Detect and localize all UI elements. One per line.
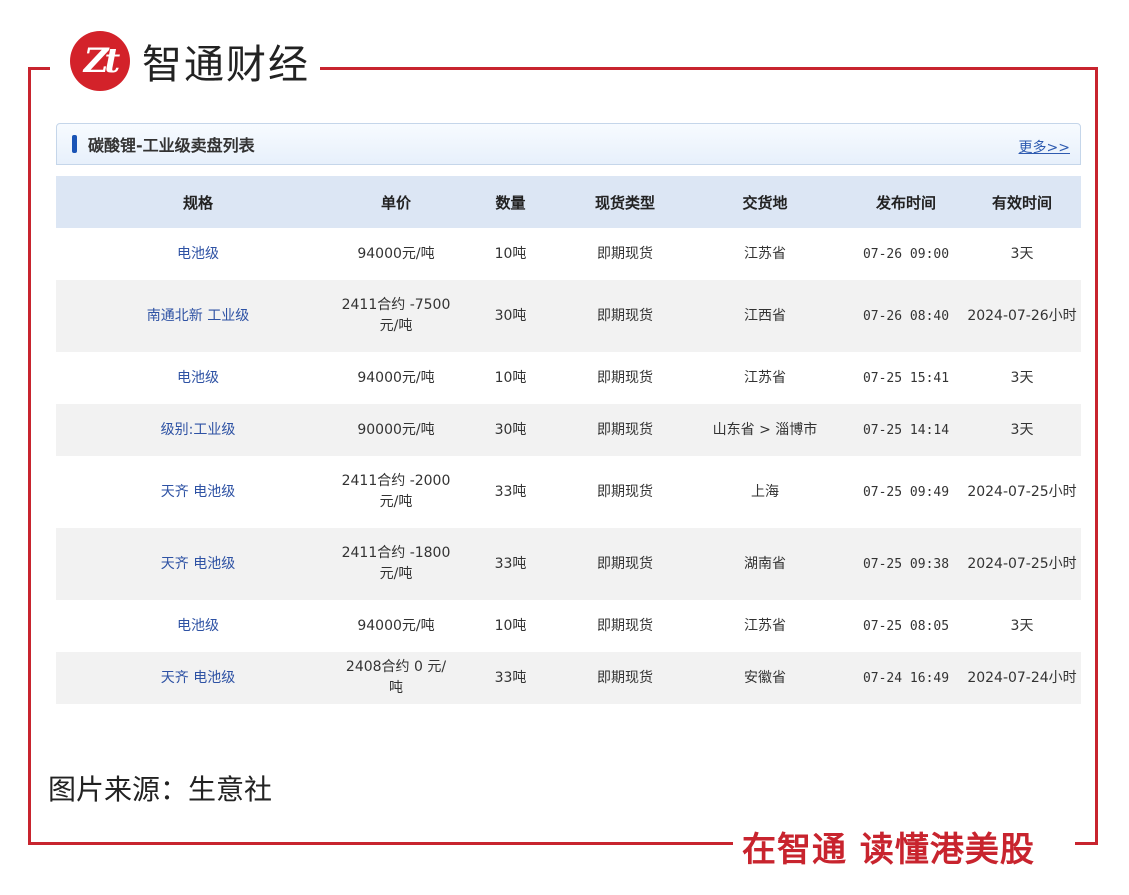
sell-list-panel: 碳酸锂-工业级卖盘列表 更多>> 规格 单价 数量 现货类型 交货地 发布时间 …	[56, 123, 1081, 704]
image-source-caption: 图片来源：生意社	[48, 773, 273, 806]
qty-cell: 33吨	[494, 483, 527, 500]
panel-header: 碳酸锂-工业级卖盘列表 更多>>	[56, 123, 1081, 165]
qty-cell: 10吨	[494, 245, 527, 262]
price-cell: 2411合约 -7500元/吨	[341, 297, 451, 334]
published-cell: 07-25 15:41	[862, 370, 950, 386]
frame-border	[28, 67, 31, 845]
valid-cell: 3天	[1010, 245, 1034, 262]
frame-border	[28, 67, 50, 70]
price-cell: 94000元/吨	[357, 245, 435, 262]
location-cell: 湖南省	[744, 555, 786, 572]
type-cell: 即期现货	[597, 369, 653, 386]
location-cell: 江苏省	[744, 245, 786, 262]
valid-cell: 3天	[1010, 617, 1034, 634]
spec-link[interactable]: 天齐 电池级	[161, 670, 235, 686]
qty-cell: 33吨	[494, 555, 527, 572]
spec-link[interactable]: 级别:工业级	[161, 422, 236, 438]
qty-cell: 30吨	[494, 421, 527, 438]
brand-slogan: 在智通 读懂港美股	[738, 822, 1039, 871]
header-marker-icon	[72, 135, 77, 153]
more-link[interactable]: 更多>>	[1019, 137, 1070, 157]
valid-cell: 2024-07-26小时	[967, 307, 1077, 324]
table-row: 天齐 电池级 2411合约 -1800元/吨 33吨 即期现货 湖南省 07-2…	[56, 528, 1081, 600]
qty-cell: 10吨	[494, 369, 527, 386]
price-cell: 2411合约 -1800元/吨	[341, 545, 451, 582]
location-cell: 上海	[751, 483, 779, 500]
table-row: 天齐 电池级 2411合约 -2000元/吨 33吨 即期现货 上海 07-25…	[56, 456, 1081, 528]
spec-link[interactable]: 电池级	[177, 618, 219, 634]
type-cell: 即期现货	[597, 669, 653, 686]
published-cell: 07-26 09:00	[862, 246, 950, 262]
valid-cell: 2024-07-25小时	[967, 555, 1077, 572]
table-row: 南通北新 工业级 2411合约 -7500元/吨 30吨 即期现货 江西省 07…	[56, 280, 1081, 352]
column-header: 有效时间	[991, 193, 1052, 212]
brand-name: 智通财经	[142, 42, 310, 88]
spec-link[interactable]: 电池级	[177, 370, 219, 386]
published-cell: 07-26 08:40	[862, 308, 950, 324]
valid-cell: 3天	[1010, 369, 1034, 386]
frame-border	[1075, 842, 1098, 845]
column-header: 单价	[380, 193, 411, 212]
spec-link[interactable]: 天齐 电池级	[161, 484, 235, 500]
panel-title: 碳酸锂-工业级卖盘列表	[88, 136, 255, 155]
type-cell: 即期现货	[597, 617, 653, 634]
valid-cell: 2024-07-24小时	[967, 669, 1077, 686]
location-cell: 江苏省	[744, 369, 786, 386]
spec-link[interactable]: 南通北新 工业级	[147, 308, 249, 324]
type-cell: 即期现货	[597, 245, 653, 262]
price-cell: 94000元/吨	[357, 369, 435, 386]
table-row: 电池级 94000元/吨 10吨 即期现货 江苏省 07-25 15:41 3天	[56, 352, 1081, 404]
type-cell: 即期现货	[597, 483, 653, 500]
location-cell: 江西省	[744, 307, 786, 324]
column-header: 交货地	[742, 193, 788, 212]
column-header: 现货类型	[594, 193, 655, 212]
valid-cell: 2024-07-25小时	[967, 483, 1077, 500]
qty-cell: 33吨	[494, 669, 527, 686]
frame-border	[296, 67, 1098, 70]
price-cell: 94000元/吨	[357, 617, 435, 634]
column-header: 数量	[495, 193, 526, 212]
qty-cell: 10吨	[494, 617, 527, 634]
brand-logo: Zt 智通财经	[62, 20, 320, 102]
location-cell: 山东省 > 淄博市	[712, 421, 818, 438]
frame-border	[1095, 67, 1098, 845]
published-cell: 07-25 09:49	[862, 484, 950, 500]
type-cell: 即期现货	[597, 421, 653, 438]
published-cell: 07-24 16:49	[862, 670, 950, 686]
table-header-row: 规格 单价 数量 现货类型 交货地 发布时间 有效时间	[56, 176, 1081, 228]
valid-cell: 3天	[1010, 421, 1034, 438]
location-cell: 江苏省	[744, 617, 786, 634]
qty-cell: 30吨	[494, 307, 527, 324]
table-row: 电池级 94000元/吨 10吨 即期现货 江苏省 07-25 08:05 3天	[56, 600, 1081, 652]
published-cell: 07-25 08:05	[862, 618, 950, 634]
type-cell: 即期现货	[597, 555, 653, 572]
table-row: 级别:工业级 90000元/吨 30吨 即期现货 山东省 > 淄博市 07-25…	[56, 404, 1081, 456]
type-cell: 即期现货	[597, 307, 653, 324]
frame-border	[28, 842, 733, 845]
spec-link[interactable]: 电池级	[177, 246, 219, 262]
spec-link[interactable]: 天齐 电池级	[161, 556, 235, 572]
table-row: 电池级 94000元/吨 10吨 即期现货 江苏省 07-26 09:00 3天	[56, 228, 1081, 280]
published-cell: 07-25 14:14	[862, 422, 950, 438]
price-cell: 2408合约 0 元/吨	[345, 659, 447, 696]
price-cell: 90000元/吨	[357, 421, 435, 438]
sell-list-table: 规格 单价 数量 现货类型 交货地 发布时间 有效时间 电池级 94000元/吨…	[56, 176, 1081, 704]
location-cell: 安徽省	[744, 669, 786, 686]
table-row: 天齐 电池级 2408合约 0 元/吨 33吨 即期现货 安徽省 07-24 1…	[56, 652, 1081, 704]
logo-mark-icon: Zt	[70, 31, 130, 91]
published-cell: 07-25 09:38	[862, 556, 950, 572]
column-header: 发布时间	[875, 193, 936, 212]
column-header: 规格	[182, 193, 213, 212]
price-cell: 2411合约 -2000元/吨	[341, 473, 451, 510]
